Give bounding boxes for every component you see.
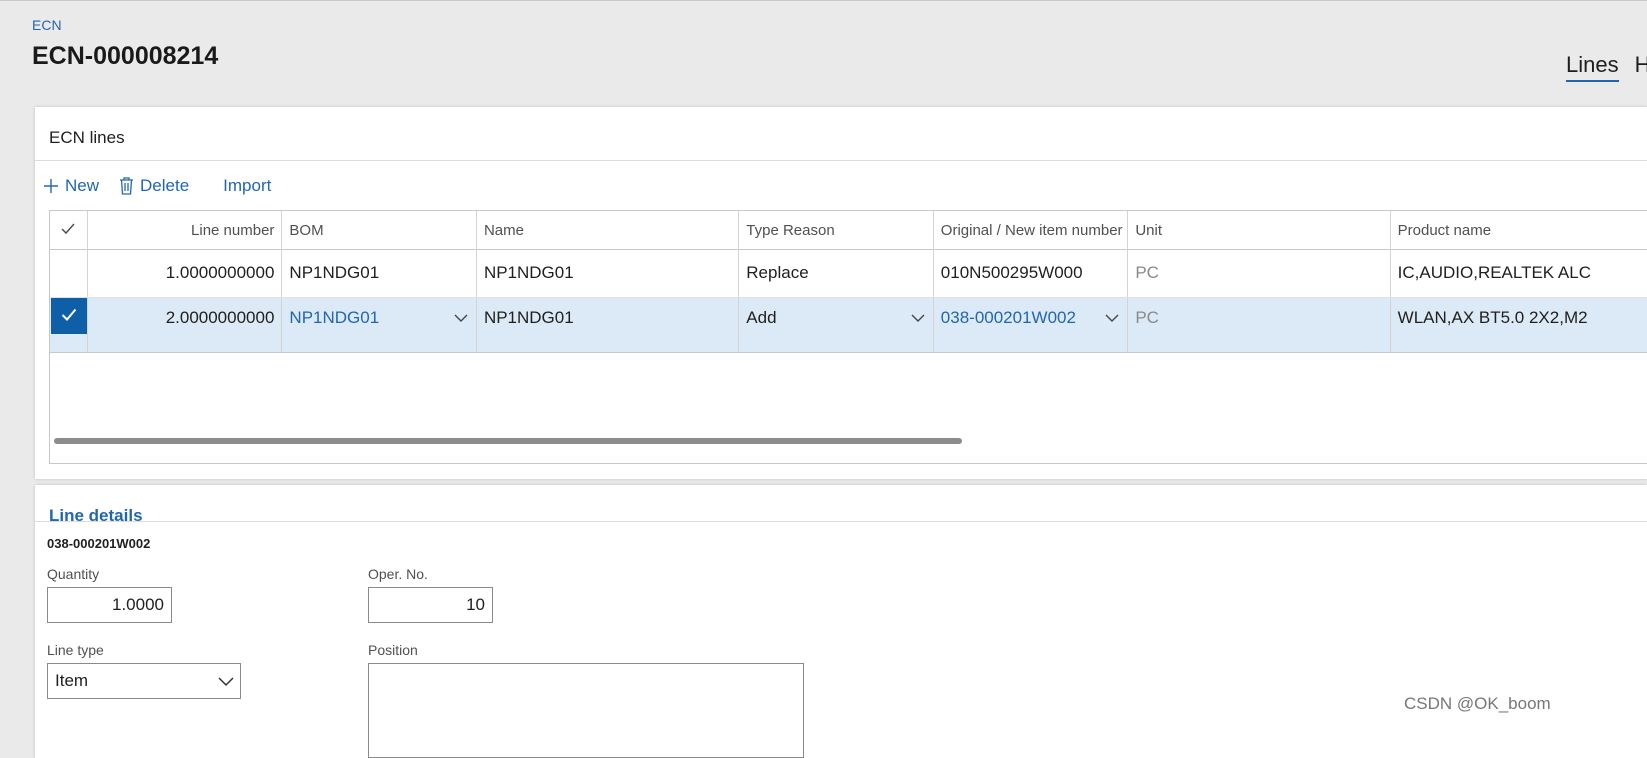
table-row[interactable]: 1.0000000000 NP1NDG01 NP1NDG01 Replace 0… [50, 249, 1647, 298]
line-type-value: Item [55, 671, 89, 690]
plus-icon [43, 178, 59, 194]
oper-no-label: Oper. No. [368, 566, 428, 582]
tab-strip: Lines H [1566, 52, 1647, 82]
type-reason-value: Add [746, 308, 777, 327]
chevron-down-icon[interactable] [911, 308, 925, 328]
tab-lines[interactable]: Lines [1566, 52, 1619, 82]
position-field[interactable] [368, 663, 804, 758]
unit-cell[interactable]: PC [1128, 298, 1391, 352]
line-item-id: 038-000201W002 [47, 536, 151, 551]
panel-divider [35, 160, 1647, 161]
delete-button-label: Delete [140, 176, 190, 195]
import-button[interactable]: Import [223, 176, 271, 196]
horizontal-scrollbar[interactable] [54, 438, 962, 444]
trash-icon [119, 177, 134, 195]
name-cell[interactable]: NP1NDG01 [477, 298, 740, 352]
watermark: CSDN @OK_boom [1404, 694, 1551, 713]
type-reason-cell[interactable]: Replace [739, 249, 934, 297]
chevron-down-icon[interactable] [454, 308, 468, 328]
ecn-lines-panel: ECN lines New Delete Import Line number … [35, 107, 1647, 479]
item-number-dropdown[interactable]: 038-000201W002 [934, 298, 1129, 352]
line-type-label: Line type [47, 642, 104, 658]
row-checkbox[interactable] [50, 249, 88, 297]
column-header-unit[interactable]: Unit [1128, 211, 1391, 249]
column-header-type-reason[interactable]: Type Reason [739, 211, 934, 249]
name-cell[interactable]: NP1NDG01 [477, 249, 740, 297]
table-row-selected[interactable]: 2.0000000000 NP1NDG01 NP1NDG01 Add 038-0… [50, 298, 1647, 353]
breadcrumb[interactable]: ECN [32, 17, 62, 33]
row-selected-indicator [51, 298, 87, 334]
bom-cell[interactable]: NP1NDG01 [282, 249, 477, 297]
quantity-label: Quantity [47, 566, 100, 582]
top-border [0, 0, 1647, 1]
chevron-down-icon[interactable] [1105, 308, 1119, 328]
product-name-cell[interactable]: IC,AUDIO,REALTEK ALC [1391, 249, 1647, 297]
page-title: ECN-000008214 [32, 42, 219, 70]
quantity-field[interactable]: 1.0000 [47, 587, 172, 623]
column-header-item-number[interactable]: Original / New item number [934, 211, 1129, 249]
line-number-cell[interactable]: 2.0000000000 [88, 298, 283, 352]
check-icon [61, 222, 76, 239]
line-number-cell[interactable]: 1.0000000000 [88, 249, 283, 297]
select-all-checkbox[interactable] [50, 211, 88, 249]
new-button[interactable]: New [43, 176, 99, 196]
column-header-bom[interactable]: BOM [282, 211, 477, 249]
panel-divider [35, 521, 1647, 522]
line-type-select[interactable]: Item [47, 663, 241, 699]
check-icon [61, 306, 77, 326]
position-label: Position [368, 642, 418, 658]
column-header-product-name[interactable]: Product name [1391, 211, 1647, 249]
delete-button[interactable]: Delete [119, 176, 189, 196]
bom-dropdown[interactable]: NP1NDG01 [282, 298, 477, 352]
column-header-line-number[interactable]: Line number [88, 211, 283, 249]
tab-header[interactable]: H [1635, 52, 1647, 82]
chevron-down-icon [218, 672, 234, 692]
ecn-lines-title[interactable]: ECN lines [49, 128, 125, 148]
grid-header: Line number BOM Name Type Reason Origina… [50, 211, 1647, 250]
product-name-cell[interactable]: WLAN,AX BT5.0 2X2,M2 [1391, 298, 1647, 352]
type-reason-dropdown[interactable]: Add [739, 298, 934, 352]
lines-toolbar: New Delete Import [43, 176, 271, 196]
ecn-lines-grid: Line number BOM Name Type Reason Origina… [49, 210, 1647, 464]
oper-no-field[interactable]: 10 [368, 587, 493, 623]
line-details-panel: Line details 038-000201W002 Quantity 1.0… [35, 485, 1647, 758]
new-button-label: New [65, 176, 100, 195]
line-details-title[interactable]: Line details [49, 506, 143, 526]
item-number-value: 038-000201W002 [940, 308, 1076, 327]
unit-cell[interactable]: PC [1128, 249, 1391, 297]
item-number-cell[interactable]: 010N500295W000 [934, 249, 1129, 297]
column-header-name[interactable]: Name [477, 211, 740, 249]
bom-value: NP1NDG01 [289, 308, 380, 327]
import-button-label: Import [223, 176, 272, 195]
row-checkbox-checked[interactable] [50, 298, 88, 352]
